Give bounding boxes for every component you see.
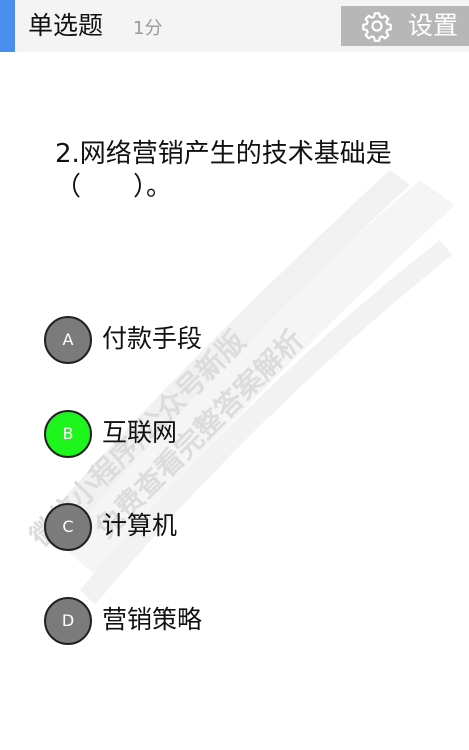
question-type-label: 单选题 <box>28 11 104 40</box>
option-b-text: 互联网 <box>102 418 178 447</box>
option-a-letter: A <box>44 316 92 364</box>
top-bar: 单选题 1分 设置 <box>0 0 469 52</box>
option-b-letter: B <box>44 410 92 458</box>
gear-icon <box>362 12 392 42</box>
option-c[interactable]: C 计算机 <box>44 503 404 551</box>
option-c-text: 计算机 <box>102 511 178 540</box>
option-d-letter: D <box>44 597 92 645</box>
option-d[interactable]: D 营销策略 <box>44 597 404 645</box>
option-d-text: 营销策略 <box>102 605 203 634</box>
question-text: 2.网络营销产生的技术基础是（ ）。 <box>55 139 392 202</box>
option-b[interactable]: B 互联网 <box>44 410 404 458</box>
option-c-letter: C <box>44 503 92 551</box>
settings-button[interactable]: 设置 <box>341 6 469 46</box>
question-score: 1分 <box>133 18 163 39</box>
accent-bar <box>0 0 15 52</box>
settings-label: 设置 <box>408 11 459 40</box>
option-a-text: 付款手段 <box>102 324 203 353</box>
option-a[interactable]: A 付款手段 <box>44 316 404 364</box>
